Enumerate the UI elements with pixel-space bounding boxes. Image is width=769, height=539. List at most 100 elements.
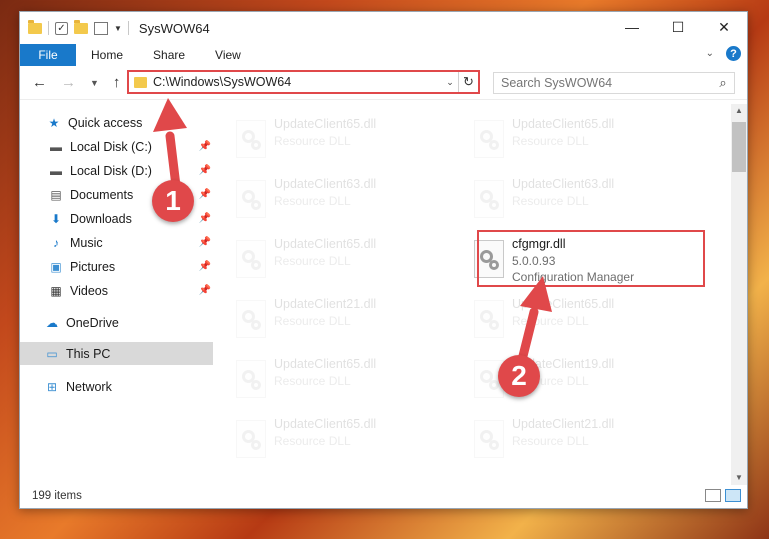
sidebar-item-label: Documents bbox=[70, 187, 134, 202]
drive-icon: ▬ bbox=[50, 139, 62, 154]
help-icon[interactable]: ? bbox=[726, 46, 741, 61]
sidebar-item-videos[interactable]: ▦ Videos 📌 bbox=[48, 279, 211, 302]
file-explorer-window: ✓ ▼ SysWOW64 — ☐ ✕ File Home Share View … bbox=[19, 11, 748, 509]
file-description: Resource DLL bbox=[274, 434, 351, 448]
minimize-icon[interactable]: — bbox=[609, 12, 655, 42]
divider bbox=[48, 21, 49, 35]
sidebar-item-this-pc[interactable]: ▭ This PC bbox=[20, 342, 213, 365]
network-icon: ⊞ bbox=[46, 379, 58, 394]
sidebar-item-label: Downloads bbox=[70, 211, 132, 226]
tab-file[interactable]: File bbox=[20, 44, 76, 66]
search-box[interactable]: ⌕ bbox=[493, 72, 735, 94]
file-text: UpdateClient65.dll Resource DLL bbox=[512, 114, 614, 170]
sidebar-item-network[interactable]: ⊞ Network bbox=[44, 375, 214, 398]
file-description: Resource DLL bbox=[512, 314, 589, 328]
new-folder-icon[interactable] bbox=[74, 19, 88, 34]
close-icon[interactable]: ✕ bbox=[701, 12, 747, 42]
file-item[interactable]: UpdateClient65.dll Resource DLL bbox=[229, 354, 457, 410]
pin-icon[interactable]: 📌 bbox=[199, 213, 211, 224]
pin-icon[interactable]: 📌 bbox=[199, 141, 211, 152]
search-input[interactable] bbox=[501, 76, 712, 90]
navigation-buttons: ← → ▼ ↑ bbox=[20, 74, 120, 91]
file-name: UpdateClient63.dll bbox=[512, 177, 615, 191]
sidebar-item-label: This PC bbox=[66, 346, 111, 361]
pin-icon[interactable]: 📌 bbox=[199, 165, 211, 176]
sidebar-item-label: Local Disk (C:) bbox=[70, 139, 152, 154]
pin-icon[interactable]: 📌 bbox=[199, 189, 211, 200]
file-item[interactable]: UpdateClient21.dll Resource DLL bbox=[229, 294, 457, 350]
content-area: ★ Quick access ▬ Local Disk (C:) 📌 ▬ Loc… bbox=[20, 100, 747, 484]
address-dropdown-chevron-icon[interactable]: ⌄ bbox=[442, 77, 458, 88]
file-text: UpdateClient65.dll Resource DLL bbox=[274, 114, 376, 170]
file-item[interactable]: UpdateClient65.dll Resource DLL bbox=[229, 234, 457, 290]
sidebar-item-label: Music bbox=[70, 235, 103, 250]
customize-toolbar-dropdown-icon[interactable]: ▼ bbox=[114, 24, 122, 33]
up-arrow-icon[interactable]: ↑ bbox=[113, 74, 121, 91]
file-item[interactable]: UpdateClient65.dll Resource DLL bbox=[229, 114, 457, 170]
sidebar-item-onedrive[interactable]: ☁ OneDrive bbox=[44, 311, 214, 334]
large-icons-view-icon[interactable] bbox=[725, 489, 741, 502]
file-name: UpdateClient21.dll bbox=[512, 417, 615, 431]
scroll-down-icon[interactable]: ▼ bbox=[731, 471, 747, 485]
maximize-icon[interactable]: ☐ bbox=[655, 12, 701, 42]
file-item[interactable]: UpdateClient21.dll Resource DLL bbox=[467, 414, 695, 470]
file-name: UpdateClient65.dll bbox=[512, 297, 615, 311]
file-name: UpdateClient65.dll bbox=[274, 357, 377, 371]
quick-access-toolbar: ✓ ▼ bbox=[20, 19, 129, 35]
file-item[interactable]: UpdateClient63.dll Resource DLL bbox=[467, 174, 695, 230]
scrollbar-thumb[interactable] bbox=[732, 122, 746, 172]
recent-locations-chevron-icon[interactable]: ▼ bbox=[90, 78, 99, 88]
file-description: Resource DLL bbox=[512, 134, 589, 148]
sidebar-item-music[interactable]: ♪ Music 📌 bbox=[48, 231, 211, 254]
file-item[interactable]: UpdateClient65.dll Resource DLL bbox=[467, 294, 695, 350]
tab-view[interactable]: View bbox=[200, 48, 256, 62]
ribbon-right-controls: ⌄ ? bbox=[706, 46, 741, 61]
sidebar-item-label: Local Disk (D:) bbox=[70, 163, 152, 178]
file-description: Resource DLL bbox=[274, 254, 351, 268]
refresh-icon[interactable]: ↻ bbox=[458, 72, 478, 92]
file-item[interactable]: UpdateClient65.dll Resource DLL bbox=[229, 414, 457, 470]
dll-file-icon bbox=[474, 180, 504, 218]
sidebar-item-pictures[interactable]: ▣ Pictures 📌 bbox=[48, 255, 211, 278]
cloud-icon: ☁ bbox=[46, 315, 58, 330]
tab-home[interactable]: Home bbox=[76, 48, 138, 62]
sidebar-item-label: Videos bbox=[70, 283, 108, 298]
sidebar-item-quick-access[interactable]: ★ Quick access bbox=[46, 111, 216, 134]
tab-share[interactable]: Share bbox=[138, 48, 200, 62]
address-path[interactable]: C:\Windows\SysWOW64 bbox=[153, 75, 442, 89]
file-description: Resource DLL bbox=[274, 374, 351, 388]
file-item[interactable]: UpdateClient63.dll Resource DLL bbox=[229, 174, 457, 230]
back-arrow-icon[interactable]: ← bbox=[32, 74, 47, 91]
dll-file-icon bbox=[474, 120, 504, 158]
scroll-up-icon[interactable]: ▲ bbox=[731, 104, 747, 118]
search-icon[interactable]: ⌕ bbox=[712, 75, 734, 91]
address-bar[interactable]: C:\Windows\SysWOW64 ⌄ ↻ bbox=[127, 70, 480, 94]
view-properties-icon[interactable] bbox=[94, 21, 108, 35]
dll-file-icon bbox=[236, 180, 266, 218]
file-item[interactable]: UpdateClient65.dll Resource DLL bbox=[467, 114, 695, 170]
properties-check-icon[interactable]: ✓ bbox=[55, 21, 68, 35]
navigation-pane: ★ Quick access ▬ Local Disk (C:) 📌 ▬ Loc… bbox=[20, 100, 215, 484]
expand-ribbon-chevron-icon[interactable]: ⌄ bbox=[706, 48, 714, 59]
sidebar-item-local-disk-d[interactable]: ▬ Local Disk (D:) 📌 bbox=[48, 159, 211, 182]
details-view-icon[interactable] bbox=[705, 489, 721, 502]
dll-file-icon bbox=[474, 420, 504, 458]
file-text: UpdateClient63.dll Resource DLL bbox=[274, 174, 376, 230]
pin-icon[interactable]: 📌 bbox=[199, 237, 211, 248]
sidebar-item-local-disk-c[interactable]: ▬ Local Disk (C:) 📌 bbox=[48, 135, 211, 158]
file-text: UpdateClient63.dll Resource DLL bbox=[512, 174, 614, 230]
title-bar: ✓ ▼ SysWOW64 — ☐ ✕ bbox=[20, 12, 747, 44]
file-text: UpdateClient21.dll Resource DLL bbox=[274, 294, 376, 350]
pin-icon[interactable]: 📌 bbox=[199, 261, 211, 272]
highlighted-file-outline bbox=[477, 230, 705, 287]
vertical-scrollbar[interactable]: ▲ ▼ bbox=[731, 104, 747, 485]
pin-icon[interactable]: 📌 bbox=[199, 285, 211, 296]
forward-arrow-icon[interactable]: → bbox=[61, 74, 76, 91]
window-controls: — ☐ ✕ bbox=[609, 12, 747, 42]
file-text: UpdateClient65.dll Resource DLL bbox=[512, 294, 614, 350]
file-description: Resource DLL bbox=[274, 134, 351, 148]
folder-icon bbox=[28, 19, 42, 34]
file-name: UpdateClient65.dll bbox=[274, 117, 377, 131]
dll-file-icon bbox=[236, 120, 266, 158]
file-text: UpdateClient65.dll Resource DLL bbox=[274, 354, 376, 410]
